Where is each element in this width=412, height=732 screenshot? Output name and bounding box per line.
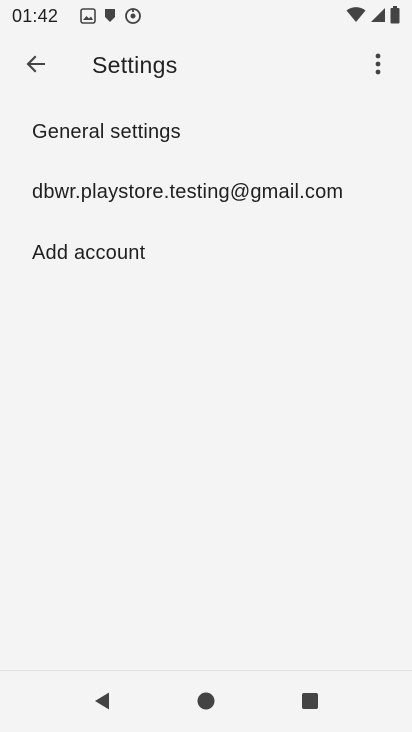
gallery-icon (80, 8, 96, 29)
status-system-icons (346, 6, 400, 29)
status-notification-icons (80, 7, 142, 30)
nav-back-button[interactable] (78, 683, 126, 723)
wifi-icon (346, 7, 366, 28)
android-screen: 01:42 Settings General settings dbwr.pla… (0, 0, 412, 732)
back-triangle-icon (92, 691, 112, 716)
more-options-button[interactable] (356, 44, 400, 88)
app-bar: Settings (0, 34, 412, 98)
download-icon (103, 8, 117, 29)
home-circle-icon (196, 691, 216, 716)
more-vert-icon (374, 52, 382, 81)
recents-square-icon (300, 691, 320, 716)
add-account-item[interactable]: Add account (0, 223, 412, 284)
status-time: 01:42 (12, 6, 59, 26)
account-item[interactable]: dbwr.playstore.testing@gmail.com (0, 162, 412, 223)
page-title: Settings (92, 52, 178, 78)
navigation-bar (0, 670, 412, 732)
settings-list: General settings dbwr.playstore.testing@… (0, 102, 412, 284)
status-bar: 01:42 (0, 0, 412, 32)
arrow-back-icon (25, 53, 47, 80)
vpn-icon (124, 7, 142, 30)
nav-home-button[interactable] (182, 683, 230, 723)
general-settings-item[interactable]: General settings (0, 102, 412, 162)
cell-signal-icon (370, 7, 386, 28)
battery-icon (390, 6, 400, 29)
back-button[interactable] (14, 44, 58, 88)
nav-recents-button[interactable] (286, 683, 334, 723)
